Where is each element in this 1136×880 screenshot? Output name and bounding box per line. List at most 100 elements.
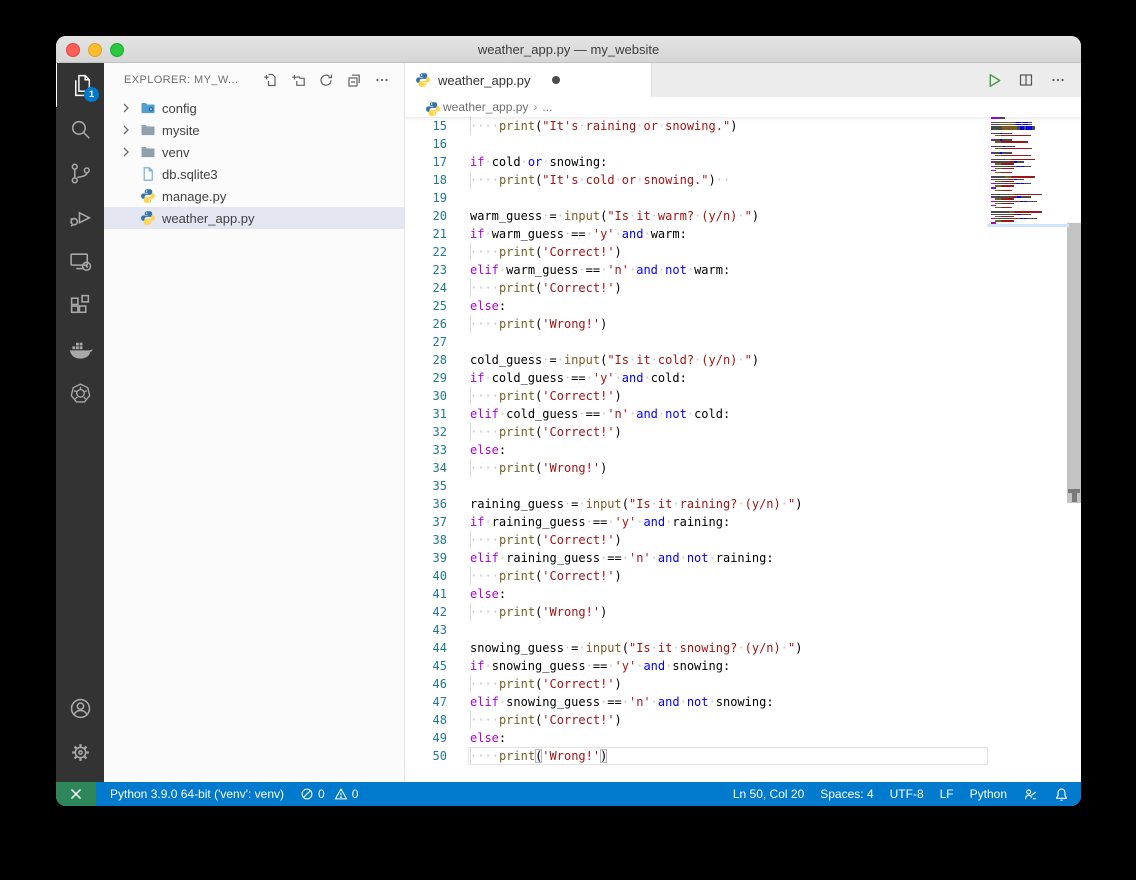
- language-mode[interactable]: Python: [962, 782, 1015, 806]
- editor-more-button[interactable]: [1049, 71, 1067, 89]
- chevron-right-icon[interactable]: [118, 144, 134, 160]
- code-line-26[interactable]: 26····print('Wrong!'): [405, 315, 1081, 333]
- code-line-20[interactable]: 20warm_guess·=·input("Is·it·warm?·(y/n)·…: [405, 207, 1081, 225]
- python-interpreter[interactable]: Python 3.9.0 64-bit ('venv': venv): [96, 782, 292, 806]
- feedback-button[interactable]: [1015, 782, 1046, 806]
- remote-indicator[interactable]: [56, 782, 96, 806]
- sidebar-item-search[interactable]: [56, 107, 104, 151]
- editor-group: weather_app.py: [405, 63, 1081, 782]
- code-area[interactable]: 15····print("It's·raining·or·snowing.") 1…: [405, 117, 1081, 765]
- file-row-config[interactable]: config: [104, 97, 404, 119]
- split-editor-button[interactable]: [1017, 71, 1035, 89]
- code-line-39[interactable]: 39elif·raining_guess·==·'n'·and·not·rain…: [405, 549, 1081, 567]
- line-number: 40: [405, 569, 447, 583]
- code-line-49[interactable]: 49else:: [405, 729, 1081, 747]
- new-folder-button[interactable]: [288, 70, 308, 90]
- cursor-overview-marker: [1068, 489, 1080, 493]
- code-text: ····print('Correct!'): [470, 389, 622, 403]
- indentation-setting[interactable]: Spaces: 4: [812, 782, 881, 806]
- code-text: if·warm_guess·==·'y'·and·warm:: [470, 227, 687, 241]
- line-number: 33: [405, 443, 447, 457]
- line-number: 16: [405, 137, 447, 151]
- code-line-37[interactable]: 37if·raining_guess·==·'y'·and·raining:: [405, 513, 1081, 531]
- close-button[interactable]: [66, 43, 80, 57]
- file-row-venv[interactable]: venv: [104, 141, 404, 163]
- file-row-manage-py[interactable]: manage.py: [104, 185, 404, 207]
- code-line-18[interactable]: 18····print("It's·cold·or·snowing.")··: [405, 171, 1081, 189]
- code-line-45[interactable]: 45if·snowing_guess·==·'y'·and·snowing:: [405, 657, 1081, 675]
- line-number: 19: [405, 191, 447, 205]
- file-row-weather-app-py[interactable]: weather_app.py: [104, 207, 404, 229]
- sidebar-item-explorer[interactable]: 1: [56, 63, 105, 107]
- code-line-25[interactable]: 25else:: [405, 297, 1081, 315]
- explorer-header: EXPLORER: MY_W...: [104, 63, 404, 97]
- breadcrumb-more[interactable]: ...: [542, 100, 552, 114]
- problems-indicator[interactable]: 0 0: [292, 782, 366, 806]
- code-line-28[interactable]: 28cold_guess·=·input("Is·it·cold?·(y/n)·…: [405, 351, 1081, 369]
- code-line-22[interactable]: 22····print('Correct!'): [405, 243, 1081, 261]
- code-line-46[interactable]: 46····print('Correct!'): [405, 675, 1081, 693]
- code-text: ····print('Correct!'): [470, 281, 622, 295]
- code-line-50[interactable]: 50····print('Wrong!'): [405, 747, 1081, 765]
- chevron-right-icon[interactable]: [118, 122, 134, 138]
- sidebar-item-run-debug[interactable]: [56, 195, 104, 239]
- code-line-40[interactable]: 40····print('Correct!'): [405, 567, 1081, 585]
- code-line-24[interactable]: 24····print('Correct!'): [405, 279, 1081, 297]
- code-line-19[interactable]: 19: [405, 189, 1081, 207]
- sidebar-item-kubernetes[interactable]: [56, 371, 104, 415]
- sidebar-item-docker[interactable]: [56, 327, 104, 371]
- file-row-db-sqlite3[interactable]: db.sqlite3: [104, 163, 404, 185]
- sidebar-item-source-control[interactable]: [56, 151, 104, 195]
- file-row-mysite[interactable]: mysite: [104, 119, 404, 141]
- code-line-23[interactable]: 23elif·warm_guess·==·'n'·and·not·warm:: [405, 261, 1081, 279]
- run-python-file-button[interactable]: [985, 71, 1003, 89]
- code-line-29[interactable]: 29if·cold_guess·==·'y'·and·cold:: [405, 369, 1081, 387]
- line-number: 23: [405, 263, 447, 277]
- zoom-button[interactable]: [110, 43, 124, 57]
- collapse-all-icon: [346, 72, 362, 88]
- line-number: 43: [405, 623, 447, 637]
- vscode-window: weather_app.py — my_website 1: [56, 36, 1081, 806]
- editor-scrollbar[interactable]: [1067, 117, 1081, 782]
- sidebar-item-remote-explorer[interactable]: [56, 239, 104, 283]
- code-line-47[interactable]: 47elif·snowing_guess·==·'n'·and·not·snow…: [405, 693, 1081, 711]
- code-text: cold_guess·=·input("Is·it·cold?·(y/n)·"): [470, 353, 759, 367]
- settings-button[interactable]: [56, 730, 104, 774]
- code-line-33[interactable]: 33else:: [405, 441, 1081, 459]
- code-line-21[interactable]: 21if·warm_guess·==·'y'·and·warm:: [405, 225, 1081, 243]
- remote-explorer-icon: [68, 249, 93, 274]
- code-line-44[interactable]: 44snowing_guess·=·input("Is·it·snowing?·…: [405, 639, 1081, 657]
- code-line-34[interactable]: 34····print('Wrong!'): [405, 459, 1081, 477]
- breadcrumb[interactable]: weather_app.py › ...: [405, 97, 1081, 117]
- sidebar-item-extensions[interactable]: [56, 283, 104, 327]
- new-file-button[interactable]: [260, 70, 280, 90]
- code-line-30[interactable]: 30····print('Correct!'): [405, 387, 1081, 405]
- scrollbar-thumb[interactable]: [1067, 223, 1081, 503]
- code-line-27[interactable]: 27: [405, 333, 1081, 351]
- explorer-more-button[interactable]: [372, 70, 392, 90]
- minimap[interactable]: [991, 117, 1067, 226]
- tab-weather-app[interactable]: weather_app.py: [405, 63, 652, 97]
- code-line-48[interactable]: 48····print('Correct!'): [405, 711, 1081, 729]
- breadcrumb-file[interactable]: weather_app.py: [443, 100, 528, 114]
- collapse-folders-button[interactable]: [344, 70, 364, 90]
- account-button[interactable]: [56, 686, 104, 730]
- code-line-42[interactable]: 42····print('Wrong!'): [405, 603, 1081, 621]
- cursor-position[interactable]: Ln 50, Col 20: [725, 782, 812, 806]
- code-line-31[interactable]: 31elif·cold_guess·==·'n'·and·not·cold:: [405, 405, 1081, 423]
- code-line-16[interactable]: 16: [405, 135, 1081, 153]
- notifications-button[interactable]: [1046, 782, 1081, 806]
- refresh-button[interactable]: [316, 70, 336, 90]
- code-line-32[interactable]: 32····print('Correct!'): [405, 423, 1081, 441]
- code-line-41[interactable]: 41else:: [405, 585, 1081, 603]
- code-line-43[interactable]: 43: [405, 621, 1081, 639]
- code-line-38[interactable]: 38····print('Correct!'): [405, 531, 1081, 549]
- chevron-right-icon[interactable]: [118, 100, 134, 116]
- code-line-35[interactable]: 35: [405, 477, 1081, 495]
- encoding-setting[interactable]: UTF-8: [882, 782, 932, 806]
- code-line-36[interactable]: 36raining_guess·=·input("Is·it·raining?·…: [405, 495, 1081, 513]
- minimize-button[interactable]: [88, 43, 102, 57]
- code-line-15[interactable]: 15····print("It's·raining·or·snowing."): [405, 117, 1081, 135]
- code-line-17[interactable]: 17if·cold·or·snowing:: [405, 153, 1081, 171]
- eol-setting[interactable]: LF: [932, 782, 962, 806]
